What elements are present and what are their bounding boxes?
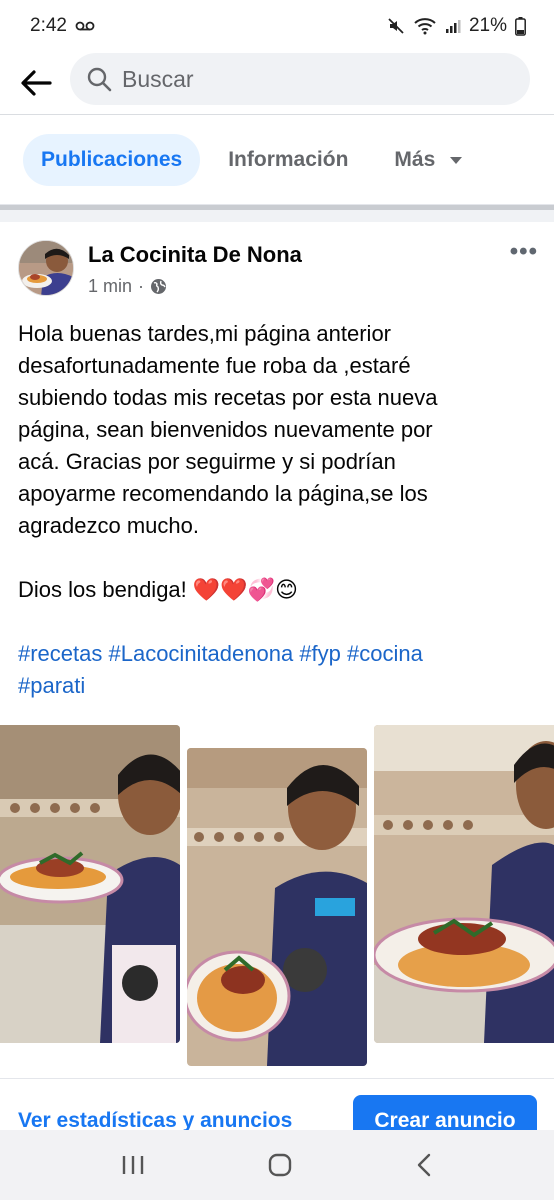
header-divider bbox=[0, 114, 554, 115]
post-actions: Ver estadísticas y anuncios Crear anunci… bbox=[0, 1078, 554, 1147]
post-message: Hola buenas tardes,mi página anterior de… bbox=[18, 318, 538, 542]
section-separator bbox=[0, 204, 554, 222]
post-line: página, sean bienvenidos nuevamente por bbox=[18, 417, 433, 442]
recents-icon[interactable] bbox=[120, 1153, 146, 1177]
battery-percent: 21% bbox=[468, 15, 507, 36]
post-blessing: Dios los bendiga! ❤️❤️💞😊 bbox=[18, 577, 298, 602]
post-photo-1[interactable] bbox=[0, 725, 180, 1043]
system-nav-bar bbox=[0, 1130, 554, 1200]
post-meta: 1 min · bbox=[88, 276, 167, 297]
globe-icon bbox=[151, 279, 167, 294]
post-photo-3[interactable] bbox=[374, 725, 554, 1043]
status-time: 2:42 bbox=[30, 15, 67, 36]
signal-icon bbox=[445, 20, 461, 33]
meta-dot: · bbox=[138, 276, 145, 296]
dropdown-caret-icon bbox=[450, 156, 463, 164]
page-name[interactable]: La Cocinita De Nona bbox=[88, 242, 302, 268]
photo-gallery bbox=[0, 722, 554, 1068]
back-icon[interactable] bbox=[414, 1152, 434, 1178]
post-line: subiendo todas mis recetas por esta nuev… bbox=[18, 385, 438, 410]
back-button[interactable] bbox=[14, 61, 58, 105]
post-time[interactable]: 1 min bbox=[88, 276, 132, 297]
battery-icon bbox=[515, 16, 526, 36]
wifi-icon bbox=[414, 18, 436, 35]
tab-publicaciones[interactable]: Publicaciones bbox=[23, 134, 201, 186]
voicemail-icon bbox=[75, 21, 95, 31]
post-line: desafortunadamente fue roba da ,estaré bbox=[18, 353, 411, 378]
top-bar: Buscar bbox=[0, 52, 554, 114]
status-bar: 2:42 21% bbox=[0, 0, 554, 52]
search-icon bbox=[87, 67, 112, 92]
hashtags-line[interactable]: #recetas #Lacocinitadenona #fyp #cocina bbox=[18, 641, 423, 666]
profile-tabs: Publicaciones Información Más bbox=[0, 118, 554, 202]
status-time-group: 2:42 bbox=[30, 15, 95, 37]
post-header: La Cocinita De Nona 1 min · ••• bbox=[0, 230, 554, 310]
tab-informacion[interactable]: Información bbox=[210, 134, 366, 186]
avatar[interactable] bbox=[18, 240, 74, 296]
search-input[interactable]: Buscar bbox=[70, 53, 530, 105]
post-line: Hola buenas tardes,mi página anterior bbox=[18, 321, 392, 346]
status-indicators: 21% bbox=[387, 15, 526, 37]
mute-icon bbox=[388, 18, 404, 34]
back-arrow-icon bbox=[21, 70, 52, 96]
home-icon[interactable] bbox=[267, 1152, 293, 1178]
tab-mas[interactable]: Más bbox=[376, 134, 481, 186]
post-line: apoyarme recomendando la página,se los bbox=[18, 481, 428, 506]
search-placeholder: Buscar bbox=[122, 65, 194, 92]
more-options-icon[interactable]: ••• bbox=[510, 238, 538, 266]
hashtags: #recetas #Lacocinitadenona #fyp #cocina … bbox=[18, 638, 538, 702]
post-body: Hola buenas tardes,mi página anterior de… bbox=[18, 318, 538, 702]
post-line: agradezco mucho. bbox=[18, 513, 199, 538]
tab-mas-label: Más bbox=[394, 148, 436, 171]
post-line: acá. Gracias por seguirme y si podrían bbox=[18, 449, 396, 474]
hashtags-line[interactable]: #parati bbox=[18, 673, 85, 698]
post-photo-2[interactable] bbox=[187, 748, 367, 1066]
